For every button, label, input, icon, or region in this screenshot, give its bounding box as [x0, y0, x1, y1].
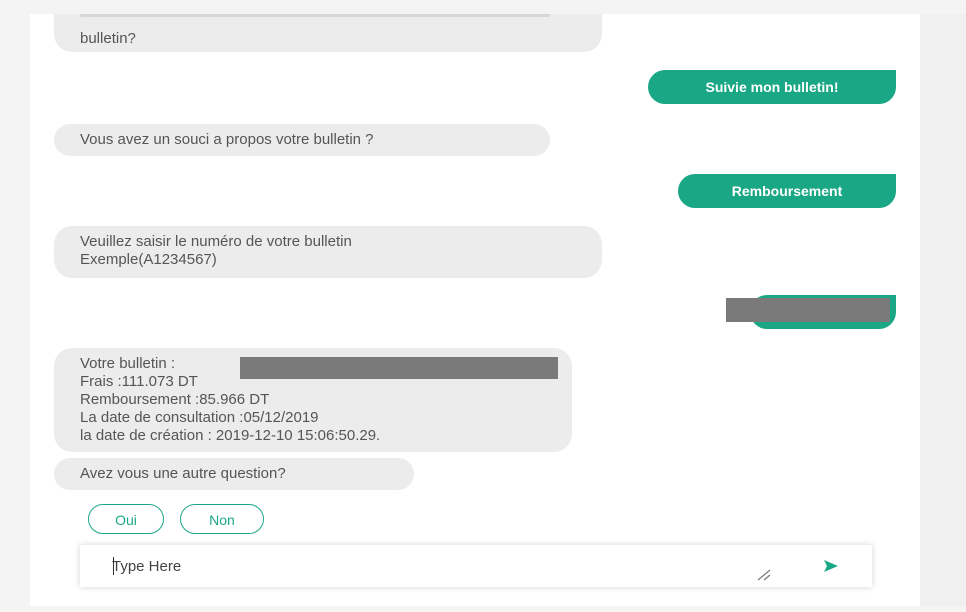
user-message-text: Suivie mon bulletin!: [705, 79, 839, 95]
text-caret: [113, 557, 114, 575]
bot-message-saisir-numero: Veuillez saisir le numéro de votre bulle…: [54, 226, 602, 278]
bot-message-text: Vous avez un souci a propos votre bullet…: [80, 131, 374, 148]
quick-reply-label: Oui: [115, 512, 137, 528]
bot-message-partial: bulletin?: [54, 14, 602, 52]
quick-reply-oui-button[interactable]: Oui: [88, 504, 164, 534]
bot-message-line: Veuillez saisir le numéro de votre bulle…: [80, 233, 352, 250]
partial-message-text: bulletin?: [80, 30, 136, 47]
redaction-box: [726, 298, 890, 322]
redaction-box: [240, 357, 558, 379]
chat-panel: bulletin? Suivie mon bulletin! Vous avez…: [30, 14, 920, 606]
message-composer: [80, 545, 872, 587]
quick-reply-non-button[interactable]: Non: [180, 504, 264, 534]
message-input[interactable]: [108, 553, 736, 579]
remboursement-line: Remboursement :85.966 DT: [80, 391, 270, 408]
send-icon[interactable]: [822, 557, 840, 575]
scrollbar-track[interactable]: [920, 14, 966, 606]
bot-message-autre-question: Avez vous une autre question?: [54, 458, 414, 490]
partial-text-clipped: [80, 14, 550, 17]
user-message-suivi: Suivie mon bulletin!: [648, 70, 896, 104]
date-consultation-line: La date de consultation :05/12/2019: [80, 409, 319, 426]
chat-window: bulletin? Suivie mon bulletin! Vous avez…: [0, 0, 966, 612]
bot-message-line: Exemple(A1234567): [80, 251, 217, 268]
date-creation-line: la date de création : 2019-12-10 15:06:5…: [80, 427, 381, 444]
resize-icon[interactable]: [756, 567, 772, 581]
user-message-remboursement: Remboursement: [678, 174, 896, 208]
user-message-text: Remboursement: [731, 183, 843, 199]
bot-message-text: Avez vous une autre question?: [80, 465, 286, 482]
bot-message-souci: Vous avez un souci a propos votre bullet…: [54, 124, 550, 156]
quick-reply-label: Non: [209, 512, 235, 528]
